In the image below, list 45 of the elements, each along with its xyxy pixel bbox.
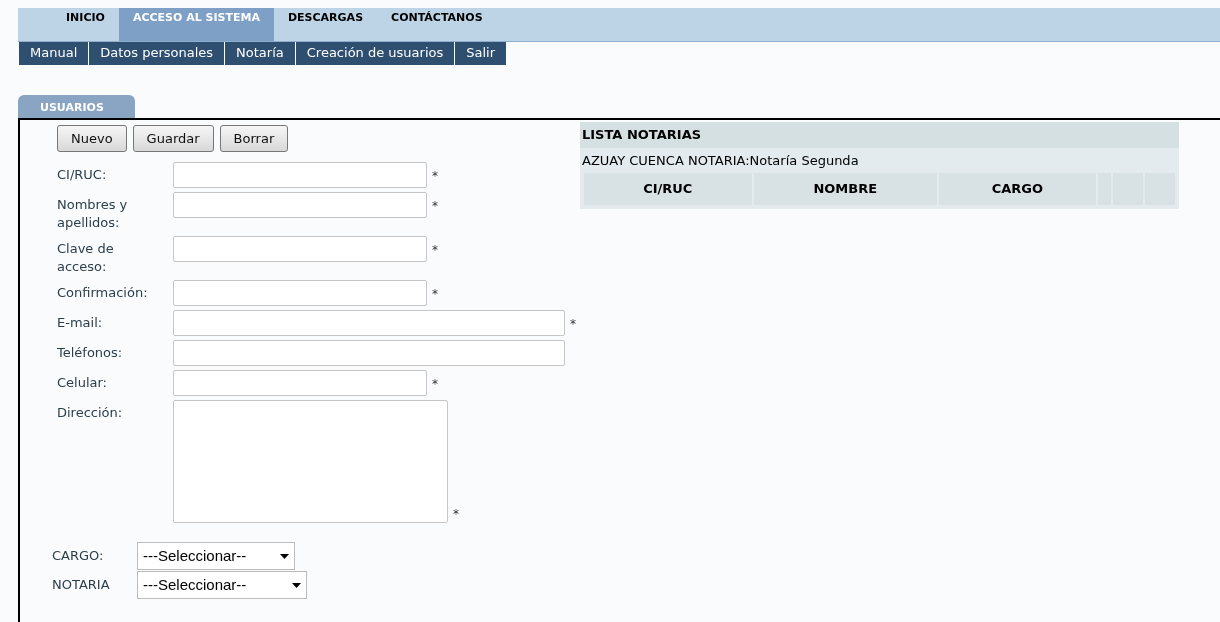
list-subtitle: AZUAY CUENCA NOTARIA:Notaría Segunda [581,152,860,170]
caret-icon [292,582,301,588]
input-field[interactable] [173,280,427,306]
nav-tab[interactable]: DESCARGAS [273,8,378,41]
address-field[interactable] [173,400,448,523]
required-mark: * [432,168,438,185]
form-button[interactable]: Nuevo [57,125,127,152]
menu-item[interactable]: Creación de usuarios [295,42,455,65]
field-label: Confirmación: [57,284,149,302]
menu-item[interactable]: Manual [19,42,89,65]
field-label: CI/RUC: [57,166,108,184]
menu-item[interactable]: Notaría [225,42,295,65]
select-dropdown[interactable]: ---Seleccionar-- [137,571,307,599]
select-dropdown[interactable]: ---Seleccionar-- [137,542,295,570]
required-mark: * [432,198,438,215]
field-label: Teléfonos: [57,344,124,362]
column-header: NOMBRE [753,173,937,205]
field-label: Nombres y apellidos: [57,196,129,232]
input-field[interactable] [173,310,565,336]
column-header: CI/RUC [584,173,752,205]
menu-item[interactable]: Salir [455,42,507,65]
input-field[interactable] [173,340,565,366]
menu-item[interactable]: Datos personales [89,42,225,65]
field-label: Dirección: [57,404,124,422]
caret-icon [280,553,289,559]
form-button[interactable]: Guardar [132,125,214,152]
input-field[interactable] [173,236,427,262]
select-label: NOTARIA [52,576,111,595]
nav-tab[interactable]: CONTÁCTANOS [377,8,497,41]
column-header: CARGO [939,173,1096,205]
list-title: LISTA NOTARIAS [580,122,1179,148]
input-field[interactable] [173,192,427,218]
required-mark: * [432,286,438,303]
nav-tab[interactable]: INICIO [52,8,119,41]
field-label: Celular: [57,374,108,392]
required-mark: * [453,506,459,523]
required-mark: * [570,316,576,333]
input-field[interactable] [173,162,427,188]
field-label: Clave de acceso: [57,240,115,276]
required-mark: * [432,242,438,259]
field-label: E-mail: [57,314,104,332]
select-label: CARGO: [52,547,105,566]
input-field[interactable] [173,370,427,396]
required-mark: * [432,376,438,393]
form-button[interactable]: Borrar [219,125,289,152]
